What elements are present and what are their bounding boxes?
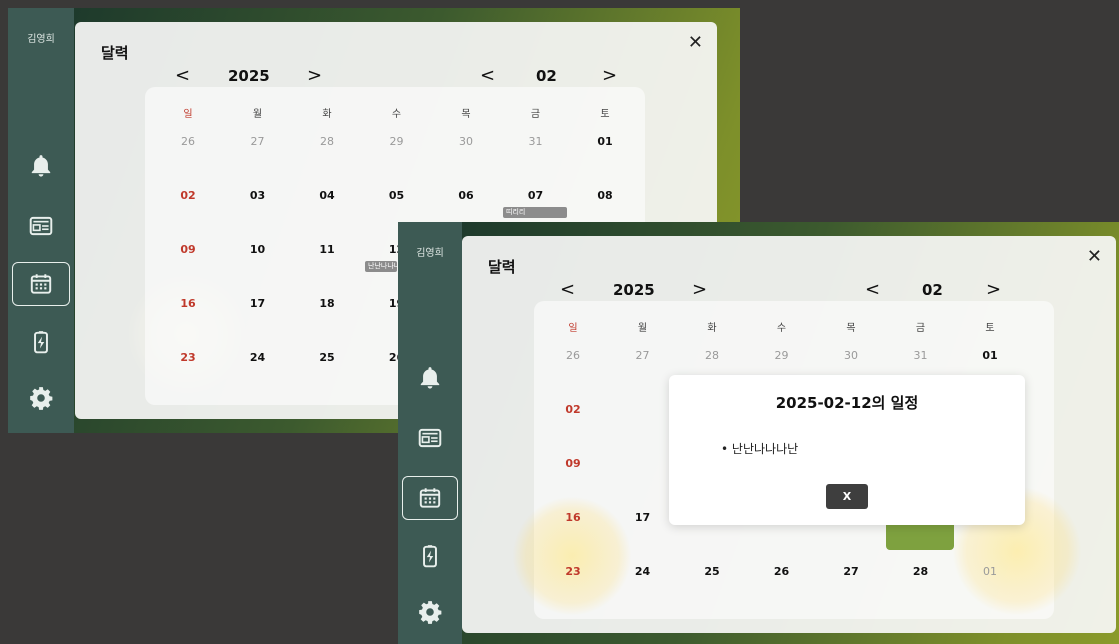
calendar-day[interactable]: 27 bbox=[831, 565, 871, 578]
calendar-day[interactable]: 17 bbox=[623, 511, 663, 524]
event-tag[interactable]: 난난나나나난 bbox=[365, 261, 397, 272]
calendar-modal: 달력 ✕ < 2025 > < 02 > 일 월 화 수 목 금 토 26 27 28 29 30 31… bbox=[462, 236, 1116, 633]
event-tag[interactable]: 띠리리 bbox=[503, 207, 567, 218]
calendar-day[interactable]: 01 bbox=[970, 565, 1010, 578]
calendar-day[interactable]: 31 bbox=[516, 135, 556, 148]
calendar-day[interactable]: 05 bbox=[377, 189, 417, 202]
prev-year-button[interactable]: < bbox=[560, 279, 575, 300]
bell-icon[interactable] bbox=[398, 356, 462, 400]
weekday-header: 화 bbox=[322, 109, 332, 120]
battery-charge-icon[interactable] bbox=[8, 320, 74, 364]
calendar-day[interactable]: 09 bbox=[553, 457, 593, 470]
next-year-button[interactable]: > bbox=[307, 65, 322, 86]
calendar-day[interactable]: 29 bbox=[377, 135, 417, 148]
popup-title: 2025-02-12의 일정 bbox=[775, 394, 919, 412]
calendar-day[interactable]: 24 bbox=[623, 565, 663, 578]
calendar-day[interactable]: 31 bbox=[901, 349, 941, 362]
year-value: 2025 bbox=[613, 281, 655, 299]
modal-title: 달력 bbox=[488, 258, 516, 276]
calendar-day[interactable]: 01 bbox=[970, 349, 1010, 362]
weekday-header: 월 bbox=[252, 109, 263, 120]
gear-icon[interactable] bbox=[398, 590, 462, 634]
calendar-day[interactable]: 27 bbox=[238, 135, 278, 148]
calendar-day[interactable]: 03 bbox=[238, 189, 278, 202]
user-name: 김영희 bbox=[416, 248, 444, 259]
calendar-day[interactable]: 04 bbox=[307, 189, 347, 202]
weekday-header: 토 bbox=[600, 109, 610, 120]
weekday-header: 수 bbox=[391, 109, 402, 120]
calendar-day[interactable]: 28 bbox=[307, 135, 347, 148]
prev-month-button[interactable]: < bbox=[480, 65, 495, 86]
calendar-day[interactable]: 17 bbox=[238, 297, 278, 310]
calendar-day[interactable]: 23 bbox=[168, 351, 208, 364]
calendar-day[interactable]: 09 bbox=[168, 243, 208, 256]
calendar-day[interactable]: 02 bbox=[168, 189, 208, 202]
calendar-day[interactable]: 28 bbox=[901, 565, 941, 578]
calendar-day[interactable]: 02 bbox=[553, 403, 593, 416]
user-name: 김영희 bbox=[27, 34, 55, 45]
popup-event-item: • 난난나나나난 bbox=[721, 442, 799, 456]
calendar-day[interactable]: 27 bbox=[623, 349, 663, 362]
popup-event-label: 난난나나나난 bbox=[731, 442, 799, 456]
calendar-icon[interactable] bbox=[8, 262, 74, 306]
calendar-day[interactable]: 30 bbox=[446, 135, 486, 148]
weekday-header: 화 bbox=[707, 323, 717, 334]
bell-icon[interactable] bbox=[8, 144, 74, 188]
calendar-day[interactable]: 10 bbox=[238, 243, 278, 256]
prev-month-button[interactable]: < bbox=[865, 279, 880, 300]
calendar-day[interactable]: 26 bbox=[553, 349, 593, 362]
weekday-header: 금 bbox=[530, 109, 541, 120]
app-window-calendar-popup: 김영희 달력 ✕ < 2025 > < 02 > 일 월 화 수 목 금 토 2… bbox=[398, 222, 1119, 644]
weekday-header: 일 bbox=[568, 323, 578, 334]
calendar-day[interactable]: 28 bbox=[692, 349, 732, 362]
prev-year-button[interactable]: < bbox=[175, 65, 190, 86]
calendar-day[interactable]: 07 bbox=[516, 189, 556, 202]
calendar-day[interactable]: 25 bbox=[692, 565, 732, 578]
calendar-day[interactable]: 30 bbox=[831, 349, 871, 362]
weekday-header: 수 bbox=[776, 323, 787, 334]
sidebar: 김영희 bbox=[8, 8, 74, 433]
sidebar: 김영희 bbox=[398, 222, 462, 644]
calendar-day[interactable]: 16 bbox=[553, 511, 593, 524]
calendar-day[interactable]: 11 bbox=[307, 243, 347, 256]
calendar-icon[interactable] bbox=[398, 476, 462, 520]
month-value: 02 bbox=[536, 67, 557, 85]
calendar-day[interactable]: 29 bbox=[762, 349, 802, 362]
calendar-day[interactable]: 25 bbox=[307, 351, 347, 364]
weekday-header: 목 bbox=[461, 109, 471, 120]
calendar-day[interactable]: 18 bbox=[307, 297, 347, 310]
next-month-button[interactable]: > bbox=[602, 65, 617, 86]
id-card-icon[interactable] bbox=[398, 416, 462, 460]
battery-charge-icon[interactable] bbox=[398, 534, 462, 578]
weekday-header: 금 bbox=[915, 323, 926, 334]
calendar-day[interactable]: 06 bbox=[446, 189, 486, 202]
id-card-icon[interactable] bbox=[8, 204, 74, 248]
calendar-day[interactable]: 16 bbox=[168, 297, 208, 310]
weekday-header: 토 bbox=[985, 323, 995, 334]
popup-close-button[interactable]: X bbox=[826, 484, 868, 509]
schedule-popup: 2025-02-12의 일정 • 난난나나나난 X bbox=[669, 375, 1025, 525]
year-value: 2025 bbox=[228, 67, 270, 85]
next-month-button[interactable]: > bbox=[986, 279, 1001, 300]
calendar-day[interactable]: 23 bbox=[553, 565, 593, 578]
calendar-day[interactable]: 08 bbox=[585, 189, 625, 202]
weekday-header: 목 bbox=[846, 323, 856, 334]
next-year-button[interactable]: > bbox=[692, 279, 707, 300]
calendar-day[interactable]: 24 bbox=[238, 351, 278, 364]
gear-icon[interactable] bbox=[8, 376, 74, 420]
month-value: 02 bbox=[922, 281, 943, 299]
calendar-day[interactable]: 26 bbox=[762, 565, 802, 578]
close-icon[interactable]: ✕ bbox=[688, 32, 703, 53]
close-icon[interactable]: ✕ bbox=[1087, 246, 1102, 267]
weekday-header: 월 bbox=[637, 323, 648, 334]
modal-title: 달력 bbox=[101, 44, 129, 62]
weekday-header: 일 bbox=[183, 109, 193, 120]
calendar-day[interactable]: 26 bbox=[168, 135, 208, 148]
calendar-day[interactable]: 01 bbox=[585, 135, 625, 148]
